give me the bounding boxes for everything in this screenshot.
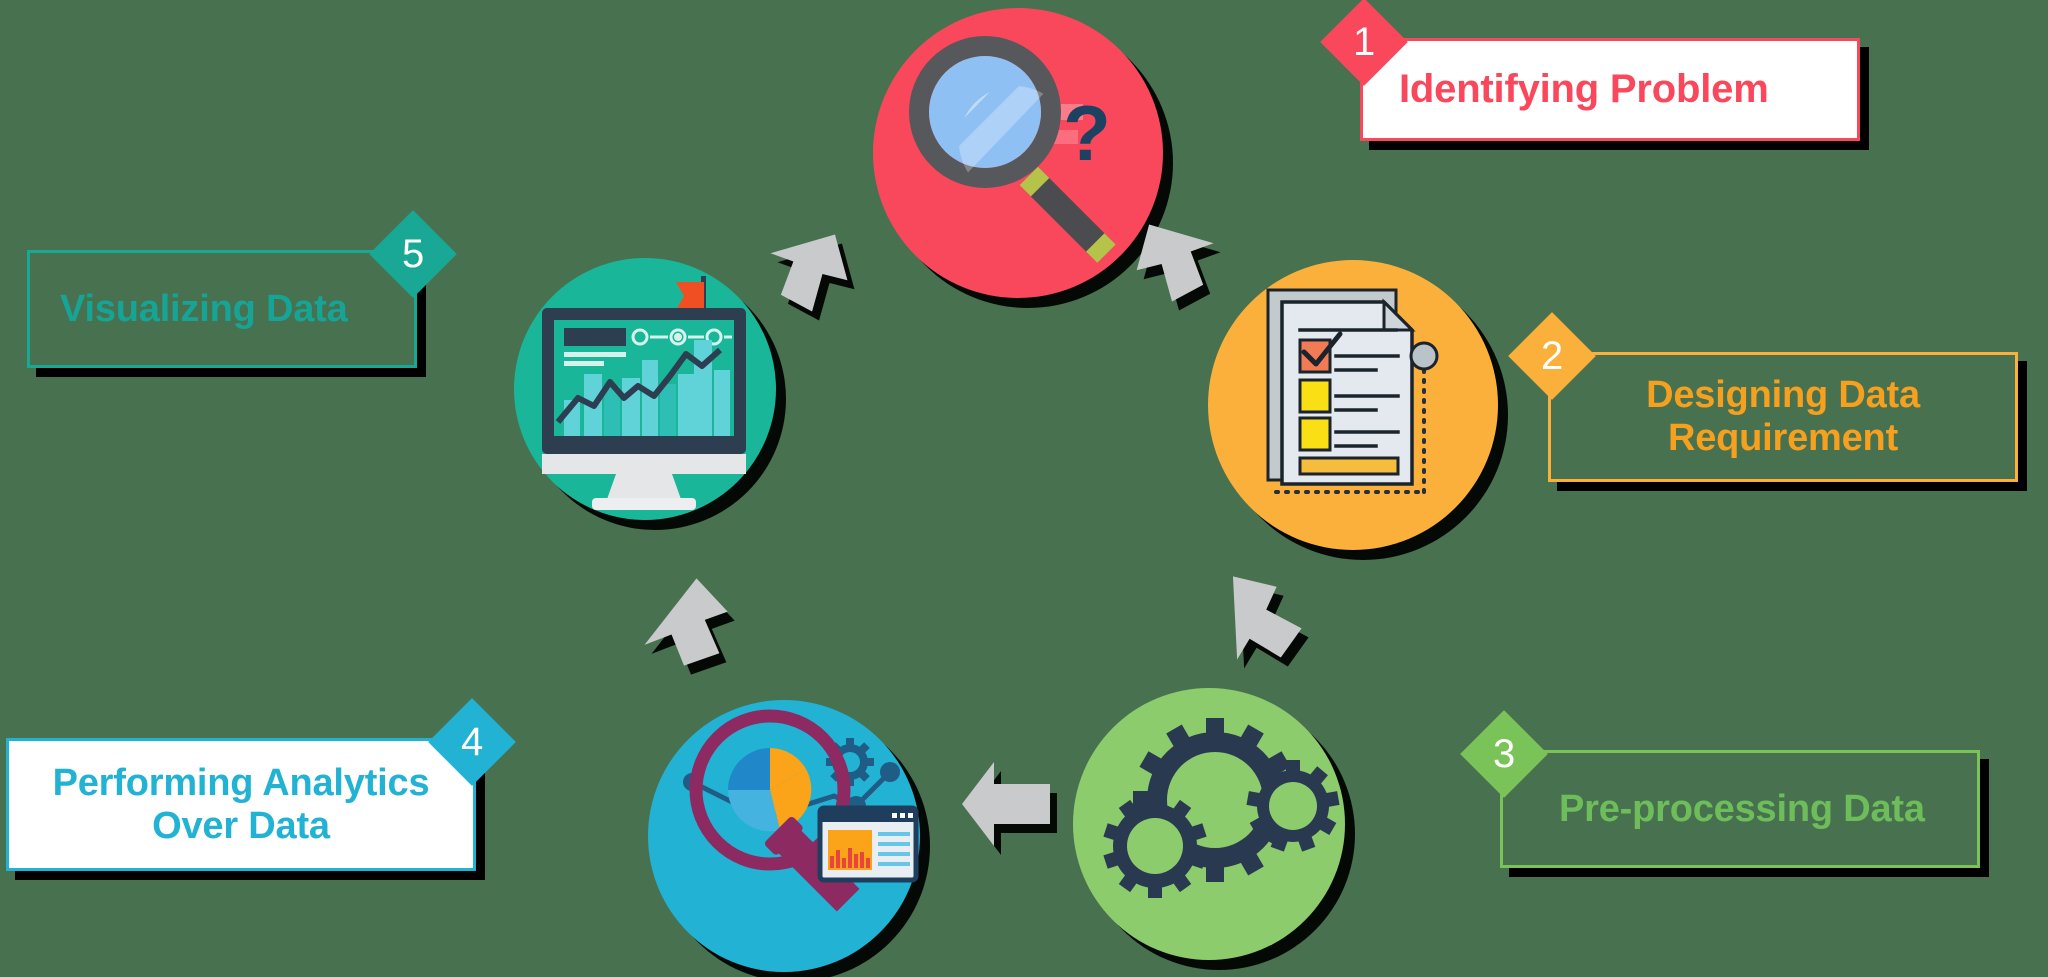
step-label-pre-processing-data[interactable]: 3 Pre-processing Data bbox=[1460, 710, 1980, 868]
step-badge-5: 5 bbox=[369, 210, 457, 298]
step-badge-5-number: 5 bbox=[401, 232, 425, 276]
step-label-5-text: Visualizing Data bbox=[60, 287, 348, 330]
step-badge-1-number: 1 bbox=[1352, 20, 1376, 64]
step-badge-2-number: 2 bbox=[1540, 334, 1564, 378]
arrow-visualizing-to-identifying bbox=[758, 222, 862, 326]
arrow-analytics-to-visualizing bbox=[632, 570, 736, 674]
step-label-4-text: Performing Analytics Over Data bbox=[52, 761, 430, 847]
arrow-preprocessing-to-analytics bbox=[958, 756, 1058, 852]
step-badge-3-number: 3 bbox=[1492, 732, 1516, 776]
step-label-performing-analytics-over-data[interactable]: 4 Performing Analytics Over Data bbox=[6, 698, 516, 871]
step-label-identifying-problem[interactable]: 1 Identifying Problem bbox=[1320, 0, 1860, 141]
step-label-designing-data-requirement[interactable]: 2 Designing Data Requirement bbox=[1508, 312, 2018, 482]
step-label-3-text: Pre-processing Data bbox=[1559, 787, 1925, 830]
step-label-2-text: Designing Data Requirement bbox=[1646, 374, 1920, 459]
step-circle-performing-analytics-over-data[interactable] bbox=[648, 700, 920, 972]
diagram-canvas: ? 1 Identifying Problem 2 Designing Data… bbox=[0, 0, 2048, 977]
monitor-bar-chart-icon bbox=[514, 258, 776, 520]
step-badge-3: 3 bbox=[1460, 710, 1548, 798]
step-badge-4-number: 4 bbox=[460, 720, 484, 764]
gears-icon bbox=[1073, 688, 1345, 960]
step-circle-pre-processing-data[interactable] bbox=[1073, 688, 1345, 960]
svg-text:?: ? bbox=[1063, 89, 1111, 177]
checklist-document-icon bbox=[1208, 260, 1498, 550]
step-circle-visualizing-data[interactable] bbox=[514, 258, 776, 520]
step-circle-designing-data-requirement[interactable] bbox=[1208, 260, 1498, 550]
step-label-1-text: Identifying Problem bbox=[1399, 67, 1769, 112]
arrow-identifying-to-designing bbox=[1120, 212, 1224, 316]
magnifier-pie-chart-icon bbox=[648, 700, 920, 972]
arrow-designing-to-preprocessing bbox=[1208, 568, 1312, 672]
step-label-visualizing-data[interactable]: 5 Visualizing Data bbox=[27, 210, 457, 368]
